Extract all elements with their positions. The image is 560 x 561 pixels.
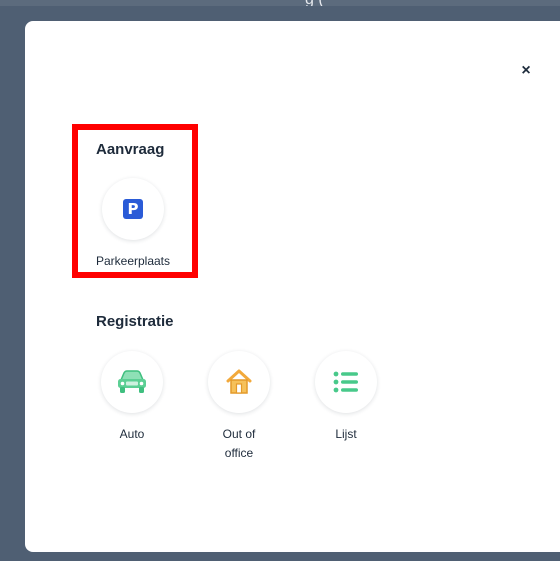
tile-label-parkeerplaats: Parkeerplaats — [95, 254, 171, 268]
tile-out-of-office[interactable]: Out of office — [199, 351, 279, 463]
section-title-registratie: Registratie — [96, 313, 174, 330]
tile-parkeerplaats[interactable]: P Parkeerplaats — [93, 178, 173, 271]
action-modal — [25, 21, 560, 552]
list-icon — [333, 371, 358, 393]
tile-circle — [208, 351, 270, 413]
close-button[interactable]: × — [515, 60, 537, 82]
tile-label-out-of-office: Out of office — [222, 427, 256, 460]
car-icon — [118, 370, 146, 393]
house-icon — [226, 369, 252, 394]
tile-circle — [315, 351, 377, 413]
tile-lijst[interactable]: Lijst — [306, 351, 386, 444]
tile-auto[interactable]: Auto — [92, 351, 172, 444]
tile-circle: P — [102, 178, 164, 240]
close-icon: × — [521, 62, 531, 79]
background-page-strip: g ( — [0, 0, 560, 6]
section-title-aanvraag: Aanvraag — [96, 141, 165, 158]
background-page-text: g ( — [305, 0, 324, 6]
tile-circle — [101, 351, 163, 413]
tile-label-auto: Auto — [119, 427, 145, 441]
tile-label-lijst: Lijst — [335, 427, 357, 441]
parking-icon: P — [123, 199, 143, 219]
